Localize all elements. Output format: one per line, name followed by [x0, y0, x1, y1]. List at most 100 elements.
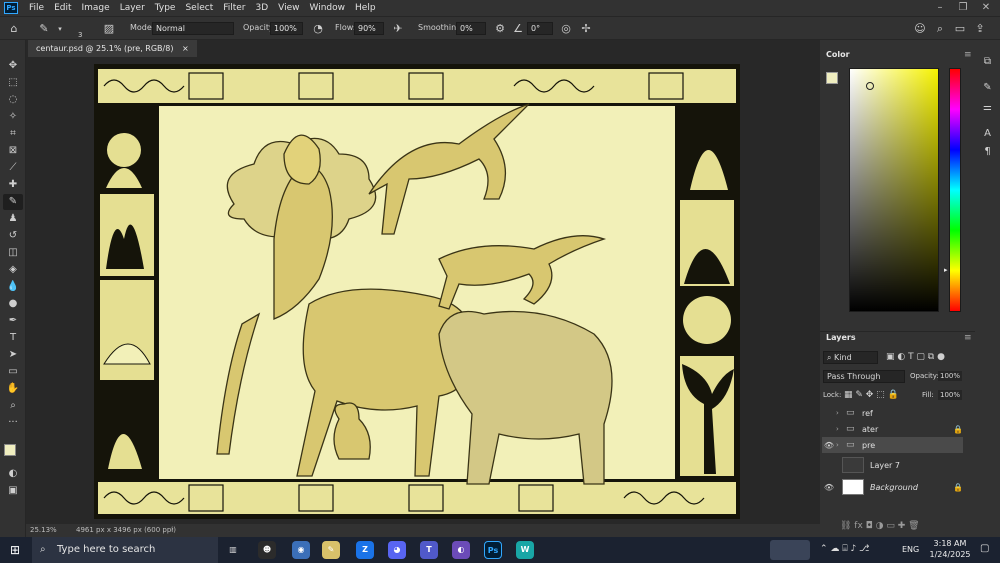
- airbrush-icon[interactable]: ✈: [390, 21, 406, 37]
- eye-icon[interactable]: 👁: [822, 441, 836, 450]
- maximize-icon[interactable]: ❐: [952, 0, 974, 16]
- pressure-opacity-icon[interactable]: ◔: [310, 21, 326, 37]
- flow-field[interactable]: 90%: [354, 22, 384, 35]
- foreground-color-swatch[interactable]: [4, 444, 16, 456]
- color-picker-field[interactable]: [849, 68, 939, 312]
- pressure-size-icon[interactable]: ◎: [558, 21, 574, 37]
- layer-row-ref[interactable]: › ▭ ref: [822, 405, 963, 421]
- close-icon[interactable]: ✕: [975, 0, 997, 16]
- mode-select[interactable]: Normal: [152, 22, 234, 35]
- windows-start-icon[interactable]: ⊞: [10, 543, 20, 557]
- hue-slider-handle[interactable]: ▸: [944, 266, 948, 274]
- photoshop-logo-icon[interactable]: Ps: [4, 2, 18, 14]
- symmetry-icon[interactable]: ✢: [578, 21, 594, 37]
- notes-icon[interactable]: ✎: [322, 541, 340, 559]
- blur-tool-icon[interactable]: 💧: [3, 279, 23, 295]
- filter-type-icons[interactable]: ▣ ◐ T ▢ ⧉ ●: [886, 352, 945, 362]
- brush-tool-icon[interactable]: ✎: [3, 194, 23, 210]
- eye-icon[interactable]: 👁: [822, 483, 836, 492]
- brushes-icon[interactable]: ✎: [980, 80, 995, 95]
- layer-filter-select[interactable]: ⌕ Kind: [823, 351, 878, 364]
- discord-icon[interactable]: ◕: [388, 541, 406, 559]
- quick-mask-icon[interactable]: ◐: [3, 466, 23, 482]
- wordweb-icon[interactable]: W: [516, 541, 534, 559]
- home-icon[interactable]: ⌂: [6, 21, 22, 37]
- menu-3d[interactable]: 3D: [251, 0, 274, 16]
- zoom-level[interactable]: 25.13%: [30, 526, 57, 534]
- artwork-canvas[interactable]: [94, 64, 740, 519]
- pen-tool-icon[interactable]: ✒: [3, 313, 23, 329]
- workspace-icon[interactable]: ▭: [952, 21, 968, 37]
- task-view-icon[interactable]: ▥: [224, 541, 242, 559]
- status-chevron-icon[interactable]: ›: [171, 525, 174, 533]
- chevron-down-icon[interactable]: ▾: [52, 21, 68, 37]
- menu-type[interactable]: Type: [150, 0, 181, 16]
- minimize-icon[interactable]: –: [929, 0, 951, 16]
- expand-chevron-icon[interactable]: ›: [836, 425, 846, 433]
- move-tool-icon[interactable]: ✥: [3, 58, 23, 74]
- layer-row-layer7[interactable]: Layer 7: [822, 455, 963, 475]
- angle-field[interactable]: 0°: [527, 22, 553, 35]
- blend-mode-select[interactable]: Pass Through: [823, 370, 905, 383]
- system-tray-icons[interactable]: ⌃ ☁ ⌸ ♪ ⎇: [820, 544, 870, 554]
- libraries-icon[interactable]: ⧉: [980, 54, 995, 69]
- screen-mode-icon[interactable]: ▣: [3, 483, 23, 499]
- game-app-icon[interactable]: ☻: [258, 541, 276, 559]
- clock-date[interactable]: 1/24/2025: [926, 550, 974, 559]
- character-icon[interactable]: A: [980, 126, 995, 141]
- layer-row-ater[interactable]: › ▭ ater 🔒: [822, 421, 963, 437]
- brush-tool-icon[interactable]: ✎: [36, 21, 52, 37]
- layer-opacity-field[interactable]: 100%: [938, 371, 963, 381]
- language-indicator[interactable]: ENG: [902, 545, 919, 554]
- menu-image[interactable]: Image: [77, 0, 115, 16]
- hue-slider[interactable]: [949, 68, 961, 312]
- notifications-icon[interactable]: ▢: [980, 543, 989, 554]
- layer-name[interactable]: ref: [862, 409, 873, 418]
- menu-select[interactable]: Select: [180, 0, 218, 16]
- adjustments-icon[interactable]: ⚌: [980, 100, 995, 115]
- dodge-tool-icon[interactable]: ●: [3, 296, 23, 312]
- teams-icon[interactable]: T: [420, 541, 438, 559]
- marquee-tool-icon[interactable]: ⬚: [3, 75, 23, 91]
- clock-time[interactable]: 3:18 AM: [928, 539, 972, 548]
- share-icon[interactable]: ⇪: [972, 21, 988, 37]
- zoom-tool-icon[interactable]: ⌕: [3, 398, 23, 414]
- expand-chevron-icon[interactable]: ›: [836, 409, 846, 417]
- fill-field[interactable]: 100%: [938, 390, 963, 400]
- history-brush-icon[interactable]: ↺: [3, 228, 23, 244]
- menu-window[interactable]: Window: [305, 0, 351, 16]
- more-tools-icon[interactable]: ···: [3, 415, 23, 431]
- path-select-icon[interactable]: ➤: [3, 347, 23, 363]
- color-picker-cursor[interactable]: [866, 82, 874, 90]
- brush-panel-icon[interactable]: ▨: [101, 21, 117, 37]
- vpn-icon[interactable]: ◐: [452, 541, 470, 559]
- eraser-tool-icon[interactable]: ◫: [3, 245, 23, 261]
- menu-edit[interactable]: Edit: [49, 0, 76, 16]
- hand-tool-icon[interactable]: ✋: [3, 381, 23, 397]
- layer-actions-icons[interactable]: ⛓ fx ◘ ◑ ▭ ✚ 🗑: [840, 521, 920, 531]
- menu-help[interactable]: Help: [350, 0, 381, 16]
- search-icon[interactable]: ⌕: [932, 21, 948, 37]
- eyedropper-tool-icon[interactable]: ⟋: [3, 160, 23, 176]
- frame-tool-icon[interactable]: ⊠: [3, 143, 23, 159]
- menu-filter[interactable]: Filter: [218, 0, 250, 16]
- smoothing-field[interactable]: 0%: [456, 22, 486, 35]
- crop-tool-icon[interactable]: ⌗: [3, 126, 23, 142]
- paragraph-icon[interactable]: ¶: [980, 144, 995, 159]
- foreground-swatch[interactable]: [826, 72, 838, 84]
- layer-row-background[interactable]: 👁 Background 🔒: [822, 477, 963, 497]
- browser-icon[interactable]: ◉: [292, 541, 310, 559]
- layers-menu-icon[interactable]: ≡: [964, 333, 972, 343]
- healing-tool-icon[interactable]: ✚: [3, 177, 23, 193]
- layer-name[interactable]: ater: [862, 425, 878, 434]
- opacity-field[interactable]: 100%: [270, 22, 303, 35]
- lasso-tool-icon[interactable]: ◌: [3, 92, 23, 108]
- layer-name[interactable]: Background: [870, 483, 918, 492]
- layer-name[interactable]: Layer 7: [870, 461, 900, 470]
- menu-file[interactable]: File: [24, 0, 49, 16]
- gear-icon[interactable]: ⚙: [492, 21, 508, 37]
- stamp-tool-icon[interactable]: ♟: [3, 211, 23, 227]
- panel-menu-icon[interactable]: ≡: [964, 50, 972, 60]
- brush-size-value[interactable]: 3: [78, 31, 82, 39]
- menu-layer[interactable]: Layer: [115, 0, 150, 16]
